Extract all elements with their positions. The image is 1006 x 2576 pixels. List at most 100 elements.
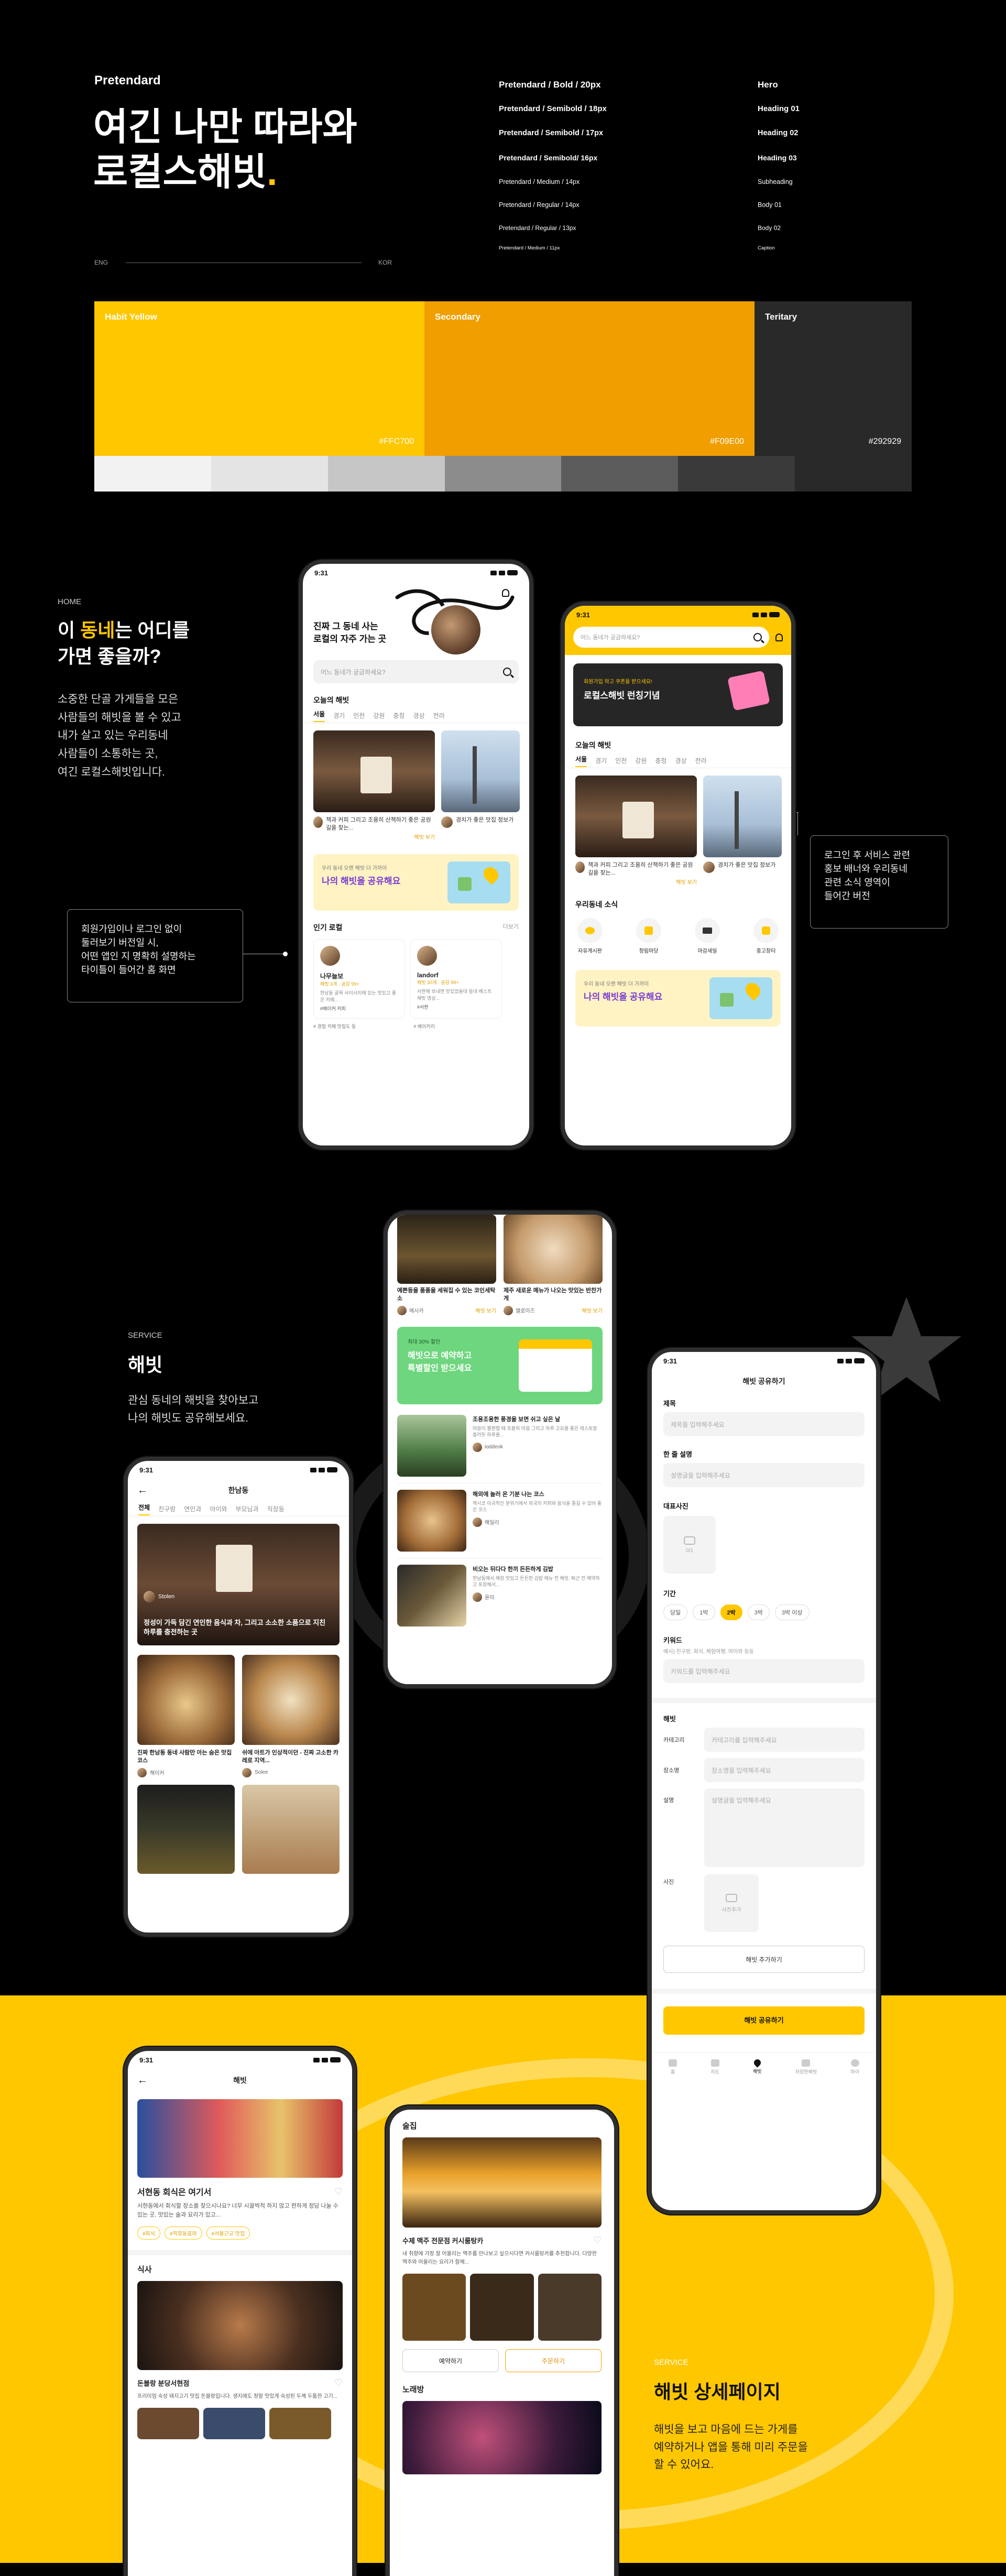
card-chip[interactable]: 해빗 보기 [575, 878, 697, 886]
add-habit-button[interactable]: 해빗 추가하기 [663, 1946, 865, 1973]
habit-card[interactable]: 책과 커피 그리고 조용히 산책하기 좋은 공원길을 찾는... 해빗 보기 [313, 730, 435, 841]
tab-seoul[interactable]: 서울 [575, 755, 587, 767]
nav-label: 저장한해빗 [795, 2069, 817, 2075]
thumb[interactable] [402, 2274, 466, 2341]
type-role: Heading 01 [758, 104, 800, 113]
back-arrow-icon[interactable]: ← [137, 1485, 148, 1497]
shortcut-used[interactable]: 중고장터 [753, 918, 779, 954]
promo-banner[interactable]: 회원가입 하고 쿠폰을 받으세요! 로컬스해빗 런칭기념 [573, 663, 783, 726]
habit-card[interactable]: 진짜 한남동 동네 사람만 아는 숨은 맛집 코스 해이커 [137, 1655, 235, 1777]
nav-habit[interactable]: 해빗 [752, 2058, 762, 2075]
tab-chungcheong[interactable]: 충청 [393, 711, 404, 720]
keyword-input[interactable]: 키워드를 입력해주세요 [663, 1659, 865, 1683]
category-input[interactable]: 카테고리를 입력해주세요 [704, 1728, 865, 1752]
tab-friends[interactable]: 친구랑 [158, 1504, 176, 1513]
habit-card[interactable]: 제주 새로운 메뉴가 나오는 맛있는 반찬가게 앨로이즈 해빗 보기 [504, 1215, 603, 1315]
tab-gyeonggi[interactable]: 경기 [595, 756, 607, 765]
reserve-button[interactable]: 예약하기 [402, 2349, 499, 2372]
cover-photo-upload[interactable]: 0/1 [663, 1516, 716, 1574]
tag[interactable]: #직장동료와 [164, 2226, 202, 2240]
thumb[interactable] [269, 2408, 331, 2439]
karaoke-photo [402, 2401, 602, 2474]
shortcut-market[interactable]: 정림마당 [636, 918, 661, 954]
thumb[interactable] [470, 2274, 534, 2341]
nav-home[interactable]: 홈 [669, 2059, 677, 2075]
share-habit-button[interactable]: 해빗 공유하기 [663, 2006, 865, 2035]
laundry-photo[interactable] [137, 1784, 235, 1874]
feed-item[interactable]: 조용조용한 풍경을 보면 쉬고 싶은 날 마음이 불편할 때 조용히 마음 그리고… [397, 1409, 603, 1483]
more-link[interactable]: 더보기 [503, 922, 519, 933]
period-option[interactable]: 1박 [693, 1604, 715, 1620]
search-input[interactable]: 어느 동네가 궁금하세요? [313, 660, 519, 683]
food-photo[interactable] [242, 1784, 340, 1874]
tag[interactable]: #회식 [137, 2226, 160, 2240]
tab-chungcheong[interactable]: 충청 [655, 756, 666, 765]
nav-map[interactable]: 지도 [710, 2059, 719, 2075]
share-banner[interactable]: 우리 동네 오랜 해빗 더 가까이 나의 해빗을 공유해요 [313, 854, 519, 911]
feed-item[interactable]: 해외에 놀러 온 기분 나는 코스 멕시코 이국적인 분위기에서 외국의 커피와 … [397, 1483, 603, 1558]
tab-couple[interactable]: 연인과 [184, 1504, 201, 1513]
order-button[interactable]: 주문하기 [505, 2349, 602, 2372]
tab-jeolla[interactable]: 전라 [433, 711, 445, 720]
habit-card[interactable]: 쉬에 아트가 인상적이던 - 진짜 고소한 카레로 지역... Solee [242, 1655, 340, 1777]
card-chip[interactable]: 해빗 보기 [475, 1306, 496, 1314]
avatar [320, 945, 340, 966]
tag[interactable]: #서울근교 맛집 [206, 2226, 250, 2240]
period-option[interactable]: 당일 [663, 1604, 688, 1620]
habit-card[interactable]: 예쁜등을 품품을 세워집 수 있는 코인세탁소 메시카 해빗 보기 [397, 1215, 496, 1315]
food-photo [397, 1489, 466, 1552]
service-desc: 관심 동네의 해빗을 찾아보고 나의 해빗도 공유해보세요. [128, 1392, 258, 1427]
period-option-selected[interactable]: 2박 [720, 1604, 742, 1620]
thumb[interactable] [137, 2408, 199, 2439]
tab-all[interactable]: 전체 [138, 1503, 150, 1515]
period-option[interactable]: 3박 이상 [775, 1604, 810, 1620]
heart-icon[interactable]: ♡ [334, 2186, 343, 2197]
habit-photo-upload[interactable]: 사진추가 [704, 1874, 759, 1932]
headline-line1: 여긴 나만 따라와 [93, 106, 357, 148]
tab-gyeongsang[interactable]: 경상 [675, 756, 686, 765]
place-input[interactable]: 장소명을 입력해주세요 [704, 1758, 865, 1782]
description-input[interactable]: 설명글을 입력해주세요 [663, 1463, 865, 1487]
tab-kids[interactable]: 아이와 [210, 1504, 227, 1513]
shortcut-board[interactable]: 자유게시판 [577, 918, 603, 954]
nav-saved[interactable]: 저장한해빗 [795, 2059, 817, 2075]
habit-card[interactable]: 책과 커피 그리고 조용히 산책하기 좋은 공원길을 찾는... 해빗 보기 [575, 776, 697, 886]
shortcut-sale[interactable]: 마감세일 [695, 918, 720, 954]
tab-jeolla[interactable]: 전라 [695, 756, 707, 765]
hero-habit-card[interactable]: Stolen 정성이 가득 담긴 연인한 음식과 차, 그리고 소소한 소품으로… [137, 1524, 340, 1645]
card-chip[interactable]: 해빗 보기 [582, 1306, 603, 1314]
tab-parents[interactable]: 부모님과 [235, 1504, 258, 1513]
share-banner[interactable]: 우리 동네 오랜 해빗 더 가까이 나의 해빗을 공유해요 [575, 969, 781, 1027]
card-chip[interactable]: 해빗 보기 [313, 833, 435, 841]
feed-item-body: 해외에 놀러 온 기분 나는 코스 멕시코 이국적인 분위기에서 외국의 커피와 … [473, 1490, 603, 1552]
tab-gangwon[interactable]: 강원 [635, 756, 647, 765]
search-input[interactable]: 어느 동네가 궁금하세요? [573, 627, 769, 648]
feed-item[interactable]: 비오는 뒤다다 한끼 든든하게 김밥 한남동에서 해장 맛있고 든든한 김밥 메뉴… [397, 1558, 603, 1633]
thumb[interactable] [538, 2274, 602, 2341]
tab-incheon[interactable]: 인천 [353, 711, 365, 720]
tab-coworkers[interactable]: 직장동 [267, 1504, 285, 1513]
period-option[interactable]: 3박 [747, 1604, 770, 1620]
bell-icon[interactable] [775, 633, 783, 641]
tab-incheon[interactable]: 인천 [615, 756, 627, 765]
title-input[interactable]: 제목을 입력해주세요 [663, 1412, 865, 1436]
search-icon[interactable] [753, 633, 762, 641]
habit-card[interactable]: 경치가 좋은 맛집 정보가 [703, 776, 782, 886]
search-icon[interactable] [503, 668, 511, 676]
heart-icon[interactable]: ♡ [593, 2235, 602, 2246]
tab-seoul[interactable]: 서울 [313, 710, 325, 722]
discount-banner[interactable]: 최대 30% 할인 해빗으로 예약하고 특별할인 받으세요 [397, 1326, 603, 1404]
tab-gyeongsang[interactable]: 경상 [413, 711, 424, 720]
tab-gyeonggi[interactable]: 경기 [333, 711, 345, 720]
hero-line: 로컬의 자주 가는 곳 [313, 634, 387, 644]
habit-card[interactable]: 경치가 좋은 맛집 정보가 [441, 730, 520, 841]
habit-description-input[interactable]: 설명글을 입력해주세요 [704, 1788, 865, 1867]
heart-icon[interactable]: ♡ [334, 2377, 343, 2388]
local-card[interactable]: landorf 해빗 30개 · 공감 99+ 서판매 보내면 맛있었을데 동네… [410, 938, 502, 1019]
nav-my[interactable]: 마이 [850, 2059, 859, 2075]
local-card[interactable]: 나무늘보 해빗 3개 · 공감 99+ 한남동 골목 사이사이에 있는 맛있고 … [313, 938, 405, 1019]
thumb[interactable] [203, 2408, 265, 2439]
bell-icon[interactable] [502, 589, 509, 597]
tab-gangwon[interactable]: 강원 [373, 711, 385, 720]
back-arrow-icon[interactable]: ← [137, 2075, 148, 2087]
